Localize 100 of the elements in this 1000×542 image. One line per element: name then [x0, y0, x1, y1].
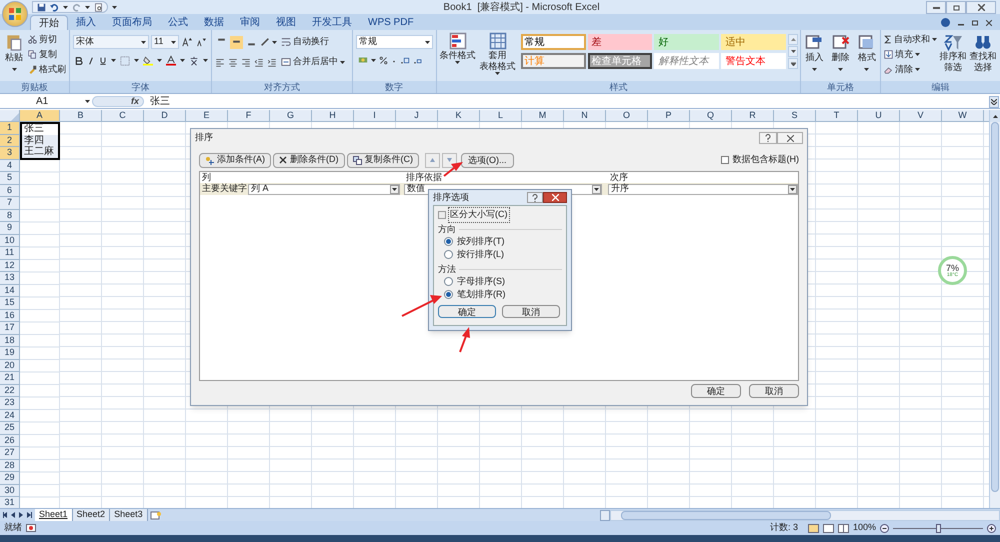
ok-button[interactable]: 确定: [691, 384, 741, 398]
help-icon[interactable]: [941, 18, 950, 27]
checkbox-label[interactable]: 区分大小写(C): [448, 207, 510, 223]
row-header[interactable]: 2: [0, 134, 20, 147]
cell-style[interactable]: 警告文本: [721, 53, 786, 69]
scroll-down-button[interactable]: [788, 46, 798, 57]
cell-style[interactable]: 好: [654, 34, 720, 50]
insert-button[interactable]: 插入: [803, 33, 826, 75]
horizontal-scrollbar[interactable]: [610, 510, 1000, 520]
table-format-button[interactable]: 套用 表格格式: [478, 32, 517, 80]
zoom-slider-thumb[interactable]: [936, 524, 941, 532]
column-header[interactable]: V: [900, 110, 942, 121]
restore-button[interactable]: [946, 0, 966, 14]
column-header[interactable]: H: [312, 110, 354, 121]
zoom-level[interactable]: 100%: [852, 521, 876, 535]
ribbon-tab[interactable]: 开始: [30, 15, 68, 30]
row-header[interactable]: 14: [0, 284, 20, 297]
vertical-scrollbar[interactable]: [989, 110, 1000, 508]
page-layout-icon[interactable]: [822, 524, 834, 532]
radio-label[interactable]: 按行排序(L): [457, 248, 504, 262]
format-button[interactable]: 格式: [856, 33, 878, 75]
row-header[interactable]: 21: [0, 372, 20, 384]
ribbon-tab[interactable]: 页面布局: [104, 15, 160, 30]
column-header[interactable]: K: [438, 110, 480, 121]
name-box[interactable]: A1: [0, 95, 92, 108]
move-down-button[interactable]: [442, 152, 457, 168]
row-header[interactable]: 28: [0, 460, 20, 472]
first-sheet-icon[interactable]: [3, 512, 8, 518]
autosum-button[interactable]: 自动求和: [884, 33, 937, 46]
last-sheet-icon[interactable]: [27, 512, 32, 518]
sheet-tab[interactable]: Sheet1: [35, 509, 73, 521]
row-header[interactable]: 19: [0, 347, 20, 360]
zoom-out-icon[interactable]: [880, 524, 889, 532]
clear-button[interactable]: 清除: [884, 63, 937, 76]
function-button[interactable]: fx: [92, 96, 144, 107]
dropdown-button[interactable]: [592, 184, 601, 194]
row-header[interactable]: 9: [0, 222, 20, 234]
vertical-align-button[interactable]: [230, 36, 243, 48]
options-button[interactable]: 选项(O)...: [461, 152, 514, 168]
scroll-up-button[interactable]: [990, 110, 1000, 122]
clipboard-action[interactable]: 剪切: [28, 33, 66, 46]
order-select[interactable]: 升序: [608, 184, 798, 194]
column-header[interactable]: T: [816, 110, 858, 121]
dropdown-button[interactable]: [390, 184, 399, 194]
row-header[interactable]: 24: [0, 410, 20, 422]
next-sheet-icon[interactable]: [19, 512, 24, 518]
column-header[interactable]: S: [774, 110, 816, 121]
row-header[interactable]: 5: [0, 172, 20, 184]
column-header[interactable]: W: [942, 110, 984, 121]
row-header[interactable]: 7: [0, 197, 20, 210]
clipboard-action[interactable]: 格式刷: [28, 63, 66, 76]
column-header[interactable]: A: [20, 110, 60, 121]
normal-view-icon[interactable]: [808, 524, 819, 532]
copy-level-button[interactable]: 复制条件(C): [346, 152, 419, 168]
column-header[interactable]: E: [186, 110, 228, 121]
checkbox[interactable]: [438, 211, 446, 219]
row-header[interactable]: 22: [0, 384, 20, 397]
close-button[interactable]: [777, 132, 803, 144]
previous-sheet-icon[interactable]: [11, 512, 16, 518]
scroll-thumb[interactable]: [991, 122, 999, 492]
row-header[interactable]: 18: [0, 334, 20, 347]
column-select[interactable]: 列 A: [248, 184, 400, 194]
delete-button[interactable]: 删除: [830, 33, 852, 75]
row-header[interactable]: 3: [0, 147, 20, 160]
close-button[interactable]: [543, 192, 567, 203]
column-header[interactable]: Q: [690, 110, 732, 121]
radio-label[interactable]: 笔划排序(R): [457, 288, 506, 302]
new-sheet-icon[interactable]: [150, 510, 162, 520]
merge-center-button[interactable]: 合并后居中: [281, 55, 345, 69]
row-header[interactable]: 1: [0, 122, 20, 134]
expand-formula-button[interactable]: [989, 96, 999, 108]
clipboard-action[interactable]: 复制: [28, 48, 66, 61]
radio-label[interactable]: 按列排序(T): [457, 234, 504, 248]
zoom-in-icon[interactable]: [987, 524, 996, 532]
cell-style[interactable]: 解释性文本: [654, 53, 720, 69]
column-header[interactable]: B: [60, 110, 102, 121]
cell-style[interactable]: 常规: [520, 34, 586, 50]
paste-button[interactable]: 粘贴: [3, 33, 25, 77]
number-format-field[interactable]: 常规: [356, 35, 433, 49]
cell-style[interactable]: 适中: [721, 34, 786, 50]
restore-icon[interactable]: [972, 20, 978, 26]
checkbox[interactable]: [720, 156, 728, 164]
row-header[interactable]: 30: [0, 484, 20, 497]
row-header[interactable]: 6: [0, 184, 20, 197]
conditional-format-button[interactable]: 条件格式: [438, 32, 477, 80]
row-header[interactable]: 4: [0, 160, 20, 172]
column-header[interactable]: J: [396, 110, 438, 121]
row-header[interactable]: 25: [0, 422, 20, 434]
ribbon-tab[interactable]: 数据: [196, 15, 232, 30]
radio-button[interactable]: [444, 250, 453, 259]
wrap-text-button[interactable]: 自动换行: [281, 35, 345, 49]
row-header[interactable]: 13: [0, 272, 20, 284]
formula-input[interactable]: 张三: [150, 94, 170, 109]
column-header[interactable]: P: [648, 110, 690, 121]
column-header[interactable]: I: [354, 110, 396, 121]
dropdown-button[interactable]: [788, 184, 797, 194]
radio-button[interactable]: [444, 290, 453, 299]
sheet-tab[interactable]: Sheet2: [72, 509, 110, 521]
row-header[interactable]: 17: [0, 322, 20, 334]
checkbox-label[interactable]: 数据包含标题(H): [732, 153, 799, 167]
